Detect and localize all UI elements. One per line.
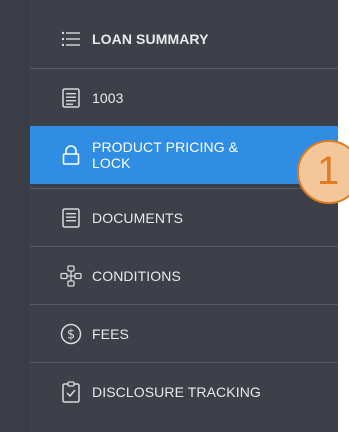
- nav-label-loan-summary: LOAN SUMMARY: [92, 31, 209, 47]
- nav-label-conditions: CONDITIONS: [92, 267, 181, 284]
- sidebar-left-rail: [0, 0, 30, 432]
- nav-label-disclosure-tracking: DISCLOSURE TRACKING: [92, 383, 261, 400]
- lock-icon: [60, 144, 82, 166]
- nav-label-1003: 1003: [92, 89, 124, 106]
- nav-item-documents[interactable]: DOCUMENTS: [30, 188, 338, 246]
- nav-item-fees[interactable]: $ FEES: [30, 304, 338, 362]
- nav-item-conditions[interactable]: CONDITIONS: [30, 246, 338, 304]
- nav-item-disclosure-tracking[interactable]: DISCLOSURE TRACKING: [30, 362, 338, 420]
- page-background-strip: [338, 0, 349, 432]
- document-icon: [60, 207, 82, 229]
- nav-label-product-pricing-lock: PRODUCT PRICING & LOCK: [92, 139, 239, 171]
- nav-item-loan-summary[interactable]: LOAN SUMMARY: [30, 10, 338, 68]
- nav-item-1003[interactable]: 1003: [30, 68, 338, 126]
- list-icon: [60, 28, 82, 50]
- nav-label-fees: FEES: [92, 325, 129, 342]
- clipboard-check-icon: [60, 380, 82, 403]
- dollar-circle-icon: $: [60, 323, 82, 345]
- form-icon: [60, 87, 82, 109]
- nav-item-product-pricing-lock[interactable]: PRODUCT PRICING & LOCK: [30, 126, 338, 184]
- conditions-network-icon: [60, 264, 82, 287]
- svg-text:$: $: [67, 327, 75, 342]
- nav-label-documents: DOCUMENTS: [92, 209, 184, 226]
- sidebar-nav: LOAN SUMMARY 1003 PRODUCT PRICING & LOCK: [0, 0, 338, 432]
